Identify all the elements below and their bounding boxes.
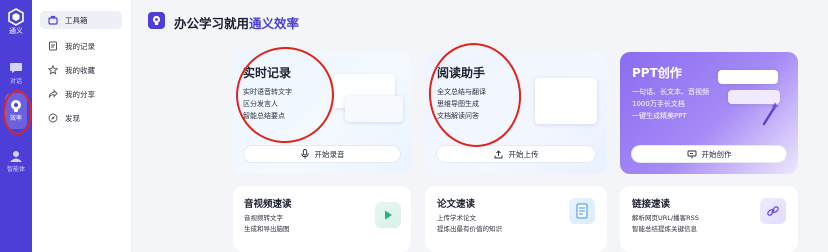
rail-item-agent[interactable]: 智能体	[0, 150, 32, 173]
agent-icon	[9, 150, 23, 162]
sidebar-item-label: 工具箱	[65, 15, 88, 25]
header-logo-icon	[148, 12, 165, 29]
card-feature: 生成和导出脑图	[244, 225, 290, 233]
sidebar-item-favorites[interactable]: 我的收藏	[48, 61, 160, 79]
card-title: PPT创作	[632, 66, 682, 80]
share-icon	[48, 89, 58, 99]
button-label: 开始录音	[314, 149, 345, 159]
page-title-accent: 通义效率	[249, 16, 300, 31]
sidebar-item-records[interactable]: 我的记录	[48, 37, 160, 55]
magic-wand-icon	[760, 100, 780, 130]
annotation-circle-rail	[3, 90, 32, 135]
card-illustration	[535, 78, 597, 124]
discover-icon	[48, 113, 58, 123]
sidebar-item-label: 我的记录	[65, 41, 95, 51]
page-title: 办公学习就用通义效率	[174, 13, 299, 32]
card-feature: 上传学术论文	[437, 214, 476, 222]
sidebar-item-discover[interactable]: 发现	[48, 109, 160, 127]
card-feature: 音视频转文字	[244, 214, 283, 222]
toolbox-icon	[48, 15, 58, 25]
document-icon	[569, 198, 595, 224]
sidebar-item-toolbox[interactable]: 工具箱	[40, 11, 122, 29]
video-play-icon	[375, 202, 401, 228]
rail-item-label: 对话	[9, 78, 22, 85]
sidebar-item-shares[interactable]: 我的分享	[48, 85, 160, 103]
card-feature: 一句话、长文本、音视频	[632, 88, 709, 96]
card-title: 论文速读	[437, 199, 476, 210]
record-icon	[48, 41, 58, 51]
card-illustration	[718, 70, 778, 84]
card-title: 音视频速读	[244, 199, 292, 210]
card-illustration	[345, 96, 403, 122]
rail-logo-label: 通义	[9, 27, 23, 35]
page-title-prefix: 办公学习就用	[174, 16, 250, 31]
sidebar-item-label: 我的分享	[65, 89, 95, 99]
start-creating-button[interactable]: 开始创作	[631, 145, 787, 163]
card-title: 链接速读	[632, 199, 671, 210]
microphone-icon	[300, 149, 310, 159]
upload-icon	[494, 149, 504, 159]
sidebar-item-label: 发现	[65, 113, 80, 123]
card-feature: 提炼出最有价值的知识	[437, 225, 502, 233]
card-feature: 一键生成精美PPT	[632, 112, 687, 120]
start-recording-button[interactable]: 开始录音	[243, 145, 401, 163]
link-icon	[760, 198, 786, 224]
star-icon	[48, 65, 58, 75]
card-feature: 智能总结提炼关键信息	[632, 225, 697, 233]
button-label: 开始创作	[701, 149, 732, 159]
presentation-icon	[687, 149, 697, 159]
tongyi-logo-icon[interactable]	[5, 6, 27, 28]
button-label: 开始上传	[508, 149, 539, 159]
card-feature: 解析网页URL/播客RSS	[632, 214, 699, 222]
chat-icon	[9, 62, 23, 74]
sidebar-item-label: 我的收藏	[65, 65, 95, 75]
rail-item-chat[interactable]: 对话	[0, 62, 32, 85]
rail-item-label: 智能体	[6, 166, 25, 173]
start-upload-button[interactable]: 开始上传	[436, 145, 596, 163]
card-feature: 1000万手长文档	[632, 100, 685, 108]
left-rail: 通义 对话 效率 智能体	[0, 0, 32, 252]
